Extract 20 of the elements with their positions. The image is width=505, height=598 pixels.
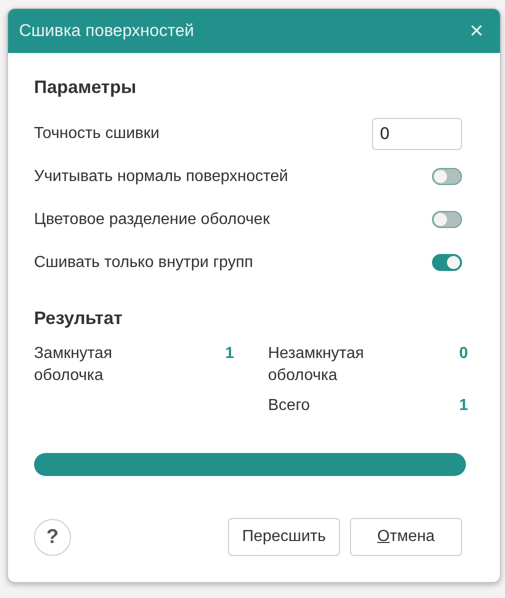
toggle-switch[interactable]: [432, 168, 462, 185]
help-button[interactable]: ?: [34, 518, 71, 556]
result-value: 1: [225, 344, 234, 364]
field-label: Цветовое разделение оболочек: [34, 210, 270, 228]
toggle-switch[interactable]: [432, 254, 462, 271]
dialog-button[interactable]: Отмена: [350, 518, 462, 556]
result-label: Замкнутая оболочка: [34, 344, 114, 386]
input-field[interactable]: 0: [372, 118, 462, 150]
section-heading: Параметры: [34, 77, 138, 98]
field-label: Учитывать нормаль поверхностей: [34, 168, 288, 186]
result-label: Незамкнутая оболочка: [268, 344, 365, 386]
field-label: Сшивать только внутри групп: [34, 254, 254, 272]
window-title: Сшивка поверхностей: [19, 21, 194, 41]
dialog-button[interactable]: Пересшить: [228, 518, 340, 556]
result-value: 0: [459, 344, 468, 364]
result-label: Всего: [268, 396, 311, 416]
field-label: Точность сшивки: [34, 124, 160, 142]
result-value: 1: [459, 396, 468, 416]
toggle-switch[interactable]: [432, 211, 462, 228]
section-heading: Результат: [34, 308, 124, 329]
